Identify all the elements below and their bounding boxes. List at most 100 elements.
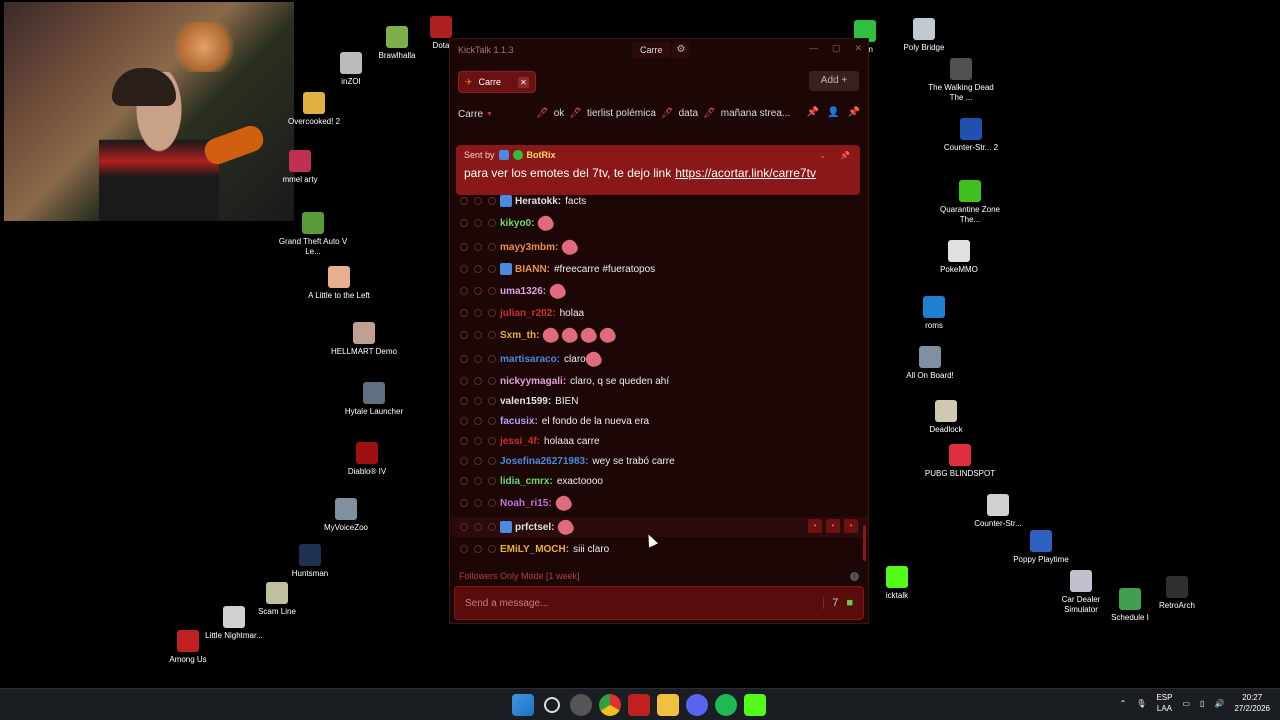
desktop-icon[interactable]: A Little to the Left xyxy=(302,266,376,301)
timeout-icon[interactable] xyxy=(474,309,482,317)
desktop-icon[interactable]: mmel arty xyxy=(263,150,337,185)
desktop-icon[interactable]: RetroArch xyxy=(1140,576,1214,611)
chat-message[interactable]: julian_r202: holaa xyxy=(450,303,868,323)
delete-icon[interactable] xyxy=(488,437,496,445)
keyword[interactable]: ok xyxy=(554,108,565,119)
chat-message[interactable]: mayy3mbm: xyxy=(450,236,868,258)
unpin-icon[interactable]: 📌 xyxy=(840,151,850,160)
ban-icon[interactable] xyxy=(460,457,468,465)
emote-icon[interactable] xyxy=(555,516,577,538)
tab-carre[interactable]: ✈ Carre ✕ xyxy=(458,71,536,93)
pin-icon[interactable]: • xyxy=(808,519,822,533)
delete-icon[interactable] xyxy=(488,309,496,317)
discord-icon[interactable] xyxy=(686,694,708,716)
emote-icon[interactable] xyxy=(597,324,619,346)
ban-icon[interactable] xyxy=(460,437,468,445)
7tv-emote-icon[interactable]: 7 xyxy=(832,597,838,609)
emote-icon[interactable] xyxy=(559,236,581,258)
pin-icon[interactable]: 📌 xyxy=(848,107,860,118)
kick-emote-icon[interactable]: ■ xyxy=(846,597,853,609)
delete-icon[interactable] xyxy=(488,545,496,553)
delete-icon[interactable] xyxy=(488,197,496,205)
language-indicator[interactable]: ESP LAA xyxy=(1156,692,1172,714)
chat-username[interactable]: lidia_cmrx: xyxy=(500,476,553,487)
chat-message[interactable]: Sxm_th: xyxy=(450,324,868,346)
desktop-icon[interactable]: roms xyxy=(897,296,971,331)
desktop-icon[interactable]: Among Us xyxy=(151,630,225,665)
chat-username[interactable]: uma1326: xyxy=(500,286,546,297)
desktop-icon[interactable]: Hytale Launcher xyxy=(337,382,411,417)
timeout-icon[interactable] xyxy=(474,477,482,485)
voicemeeter-icon[interactable] xyxy=(628,694,650,716)
keyword[interactable]: tierlist polémica xyxy=(587,108,656,119)
battery-icon[interactable]: ▯ xyxy=(1200,699,1204,708)
bot-name[interactable]: BotRix xyxy=(527,150,556,160)
chat-message[interactable]: nickyymagali: claro, q se queden ahí xyxy=(450,371,868,391)
timeout-icon[interactable] xyxy=(474,287,482,295)
chat-username[interactable]: facusix: xyxy=(500,416,538,427)
scrollbar[interactable] xyxy=(863,525,866,561)
obs-icon[interactable] xyxy=(570,694,592,716)
close-icon[interactable]: ✕ xyxy=(854,43,862,54)
chevron-down-icon[interactable]: ⌄ xyxy=(819,151,826,160)
search-icon[interactable] xyxy=(544,697,560,713)
timeout-icon[interactable] xyxy=(474,355,482,363)
timeout-icon[interactable] xyxy=(474,523,482,531)
user-icon[interactable]: 👤 xyxy=(827,107,839,118)
keyword[interactable]: data xyxy=(679,108,698,119)
desktop-icon[interactable]: PokeMMO xyxy=(922,240,996,275)
chat-username[interactable]: julian_r202: xyxy=(500,308,556,319)
timeout-icon[interactable] xyxy=(474,265,482,273)
delete-icon[interactable] xyxy=(488,219,496,227)
emote-icon[interactable] xyxy=(559,324,581,346)
delete-icon[interactable] xyxy=(488,477,496,485)
desktop-icon[interactable]: Grand Theft Auto V Le... xyxy=(276,212,350,257)
timeout-icon[interactable] xyxy=(474,417,482,425)
desktop-icon[interactable]: Poppy Playtime xyxy=(1004,530,1078,565)
caret-down-icon[interactable]: ▼ xyxy=(486,111,493,118)
delete-icon[interactable] xyxy=(488,287,496,295)
ban-icon[interactable] xyxy=(460,265,468,273)
desktop-icon[interactable]: Diablo® IV xyxy=(330,442,404,477)
chat-username[interactable]: EMiLY_MOCH: xyxy=(500,544,569,555)
ban-icon[interactable] xyxy=(460,331,468,339)
desktop-icon[interactable]: Poly Bridge xyxy=(887,18,961,53)
desktop-icon[interactable]: Overcooked! 2 xyxy=(277,92,351,127)
ban-icon[interactable] xyxy=(460,355,468,363)
desktop-icon[interactable]: icktalk xyxy=(860,566,934,601)
chat-message[interactable]: BIANN: #freecarre #fueratopos xyxy=(450,259,868,279)
info-icon[interactable]: i xyxy=(850,571,859,581)
delete-icon[interactable] xyxy=(488,331,496,339)
desktop-icon[interactable]: All On Board! xyxy=(893,346,967,381)
ban-icon[interactable] xyxy=(460,309,468,317)
ban-icon[interactable] xyxy=(460,397,468,405)
timeout-icon[interactable] xyxy=(474,499,482,507)
microphone-icon[interactable]: 🎙 xyxy=(1136,699,1146,708)
ban-icon[interactable] xyxy=(460,287,468,295)
ban-icon[interactable] xyxy=(460,219,468,227)
emote-icon[interactable] xyxy=(535,212,557,234)
chat-username[interactable]: nickyymagali: xyxy=(500,376,566,387)
emote-icon[interactable] xyxy=(552,492,574,514)
delete-icon[interactable] xyxy=(488,417,496,425)
message-input[interactable] xyxy=(465,597,824,609)
chat-message[interactable]: EMiLY_MOCH: siii claro xyxy=(450,539,868,559)
ban-icon[interactable] xyxy=(460,417,468,425)
emote-icon[interactable] xyxy=(547,280,568,302)
timeout-icon[interactable] xyxy=(474,437,482,445)
timeout-icon[interactable] xyxy=(474,197,482,205)
file-explorer-icon[interactable] xyxy=(657,694,679,716)
chat-message[interactable]: martisaraco: claro xyxy=(450,348,868,370)
chat-message[interactable]: jessi_4f: holaaa carre xyxy=(450,431,868,451)
chat-username[interactable]: prfctsel: xyxy=(515,522,554,533)
chat-username[interactable]: Heratokk: xyxy=(515,196,561,207)
ban-icon[interactable] xyxy=(460,523,468,531)
ban-icon[interactable] xyxy=(460,197,468,205)
chat-username[interactable]: kikyo0: xyxy=(500,218,534,229)
chat-username[interactable]: Noah_ri15: xyxy=(500,498,552,509)
network-icon[interactable]: ▭ xyxy=(1182,699,1190,708)
chat-username[interactable]: jessi_4f: xyxy=(500,436,540,447)
delete-icon[interactable] xyxy=(488,499,496,507)
keyword[interactable]: mañana strea... xyxy=(721,108,790,119)
emote-icon[interactable] xyxy=(578,324,600,346)
